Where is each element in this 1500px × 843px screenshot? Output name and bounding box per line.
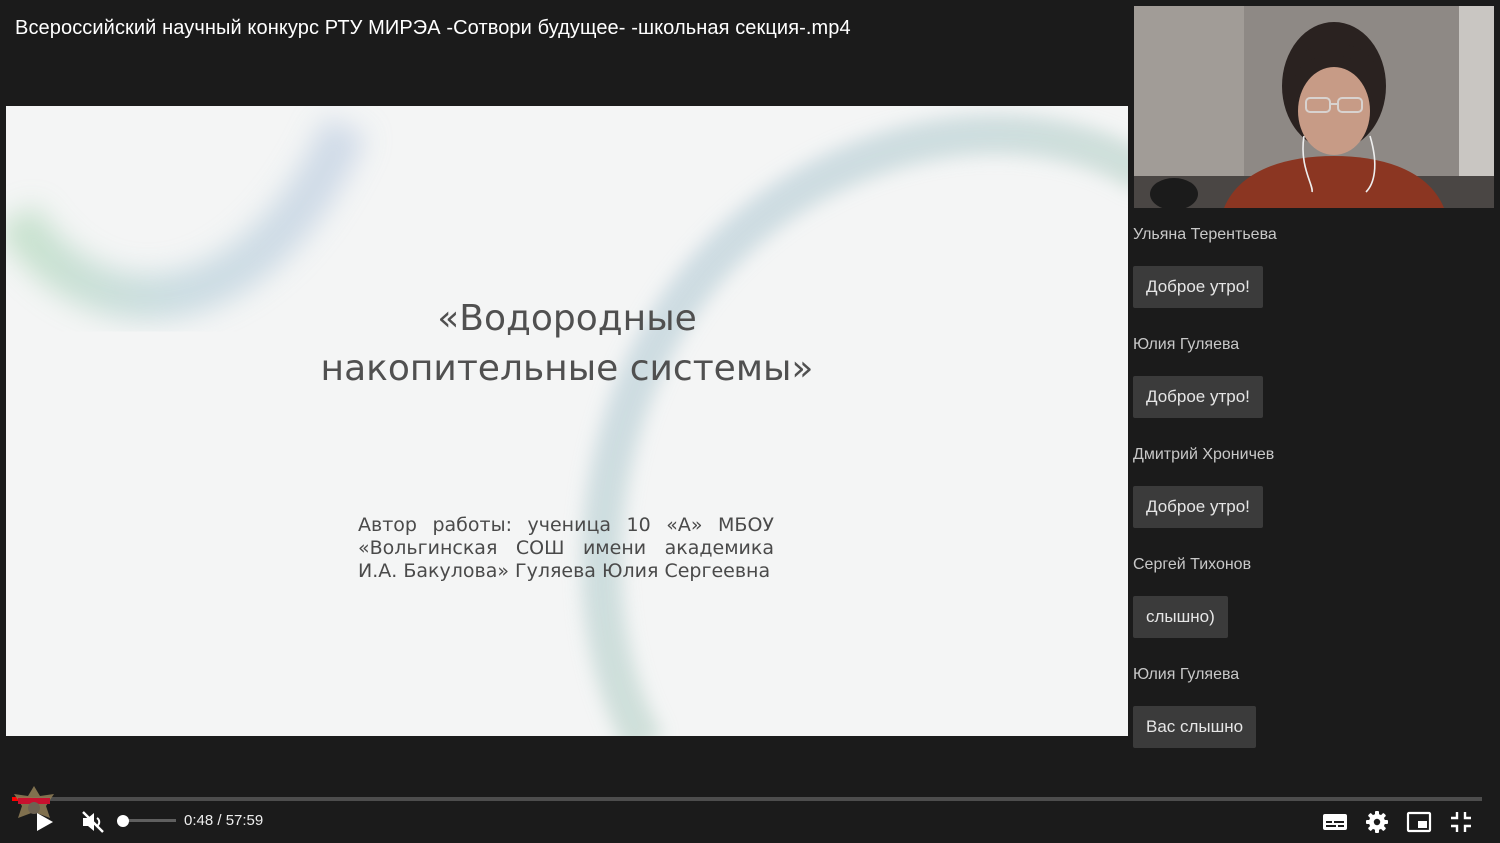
- chat-message: Ульяна Терентьева Доброе утро!: [1133, 226, 1493, 336]
- settings-button[interactable]: [1362, 808, 1392, 836]
- chat-message-text: слышно): [1133, 596, 1228, 638]
- video-progress-bar[interactable]: [12, 797, 1482, 801]
- volume-muted-icon: [82, 811, 104, 833]
- subtitles-icon: [1323, 814, 1347, 830]
- exit-fullscreen-button[interactable]: [1446, 808, 1476, 836]
- chat-message: Юлия Гуляева Вас слышно: [1133, 666, 1493, 776]
- play-icon: [37, 813, 53, 831]
- chat-message-text: Доброе утро!: [1133, 486, 1263, 528]
- volume-slider-handle[interactable]: [117, 815, 129, 827]
- chat-message-text: Доброе утро!: [1133, 266, 1263, 308]
- participant-video-image: [1134, 6, 1494, 208]
- chat-message-text: Вас слышно: [1133, 706, 1257, 748]
- chat-message-author: Ульяна Терентьева: [1133, 226, 1277, 243]
- chat-message-text: Доброе утро!: [1133, 376, 1263, 418]
- miniplayer-icon: [1406, 811, 1432, 833]
- slide-author-line: «Вольгинская СОШ имени академика: [358, 537, 774, 559]
- miniplayer-button[interactable]: [1404, 808, 1434, 836]
- presentation-slide: «Водородные накопительные системы» Автор…: [6, 106, 1128, 736]
- slide-author-block: Автор работы: ученица 10 «А» МБОУ «Вольг…: [358, 514, 774, 583]
- slide-author-line: И.А. Бакулова» Гуляева Юлия Сергеевна: [358, 560, 771, 582]
- chat-message: Сергей Тихонов слышно): [1133, 556, 1493, 666]
- video-title: Всероссийский научный конкурс РТУ МИРЭА …: [15, 17, 851, 39]
- slide-decoration: [6, 114, 1128, 736]
- participant-camera-view: [1134, 6, 1494, 208]
- settings-gear-icon: [1366, 811, 1388, 833]
- chat-message-author: Юлия Гуляева: [1133, 336, 1240, 353]
- chat-message: Юлия Гуляева Доброе утро!: [1133, 336, 1493, 446]
- exit-fullscreen-icon: [1451, 812, 1471, 832]
- chat-message: Дмитрий Хроничев Доброе утро!: [1133, 446, 1493, 556]
- slide-author-line: Автор работы: ученица 10 «А» МБОУ: [358, 514, 774, 536]
- mute-button[interactable]: [78, 808, 108, 836]
- chat-message-author: Юлия Гуляева: [1133, 666, 1240, 683]
- time-display: 0:48 / 57:59: [184, 812, 264, 829]
- play-button[interactable]: [28, 808, 60, 836]
- subtitles-button[interactable]: [1320, 808, 1350, 836]
- chat-message-author: Дмитрий Хроничев: [1133, 446, 1275, 463]
- chat-messages: Ульяна Терентьева Доброе утро! Юлия Гуля…: [1133, 226, 1493, 776]
- chat-message-author: Сергей Тихонов: [1133, 556, 1252, 573]
- slide-title: «Водородные накопительные системы»: [320, 298, 814, 389]
